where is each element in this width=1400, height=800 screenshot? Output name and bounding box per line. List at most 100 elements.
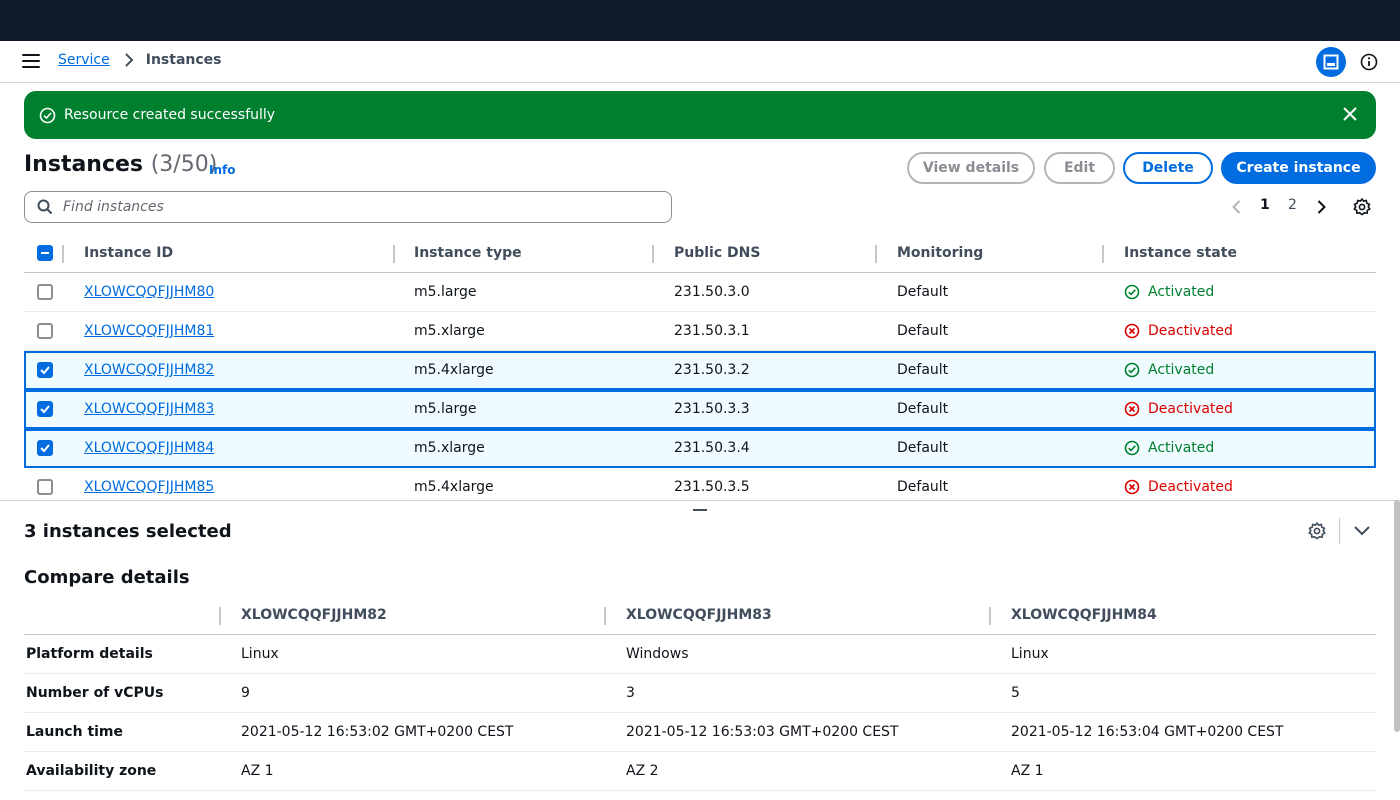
page-1-button[interactable]: 1: [1260, 197, 1270, 213]
select-all-checkbox[interactable]: [37, 245, 53, 261]
instance-id-link[interactable]: XLOWCQQFJJHM81: [84, 323, 214, 339]
instance-type-cell: m5.xlarge: [414, 323, 485, 339]
compare-row: Launch time 2021-05-12 16:53:02 GMT+0200 …: [24, 713, 1376, 752]
breadcrumb-current: Instances: [145, 52, 222, 68]
compare-value: Windows: [626, 646, 689, 662]
table-row[interactable]: XLOWCQQFJJHM81 m5.xlarge 231.50.3.1 Default…: [24, 312, 1376, 351]
compare-value: 5: [1011, 685, 1020, 701]
instance-state-label: Activated: [1148, 284, 1215, 300]
column-divider[interactable]: [652, 245, 654, 263]
column-header-monitoring[interactable]: Monitoring: [897, 245, 983, 261]
table-row[interactable]: XLOWCQQFJJHM83 m5.large 231.50.3.3 Default D…: [24, 390, 1376, 429]
chevron-down-icon[interactable]: [1353, 523, 1371, 539]
instance-type-cell: m5.xlarge: [414, 440, 485, 456]
public-dns-cell: 231.50.3.5: [674, 479, 750, 495]
row-checkbox[interactable]: [37, 440, 53, 456]
instance-id-link[interactable]: XLOWCQQFJJHM82: [84, 362, 214, 378]
x-circle-icon: [1124, 323, 1140, 339]
compare-value: Linux: [241, 646, 279, 662]
check-circle-icon: [1124, 284, 1140, 300]
chevron-right-icon[interactable]: [1313, 199, 1329, 215]
row-checkbox[interactable]: [37, 323, 53, 339]
table-header-row: Instances (3/50) Info View details Edit …: [24, 150, 1376, 186]
page-title-text: Instances: [24, 152, 144, 177]
column-divider[interactable]: [1102, 245, 1104, 263]
instance-state-label: Activated: [1148, 362, 1215, 378]
gear-icon[interactable]: [1307, 521, 1327, 541]
compare-value: AZ 1: [241, 763, 274, 779]
edit-button[interactable]: Edit: [1044, 152, 1115, 184]
info-circle-icon[interactable]: [1359, 52, 1379, 72]
table-row[interactable]: XLOWCQQFJJHM82 m5.4xlarge 231.50.3.2 Defaul…: [24, 351, 1376, 390]
page-2-button[interactable]: 2: [1288, 197, 1297, 213]
instance-id-link[interactable]: XLOWCQQFJJHM85: [84, 479, 214, 495]
selection-counter: (3/50): [150, 152, 218, 177]
instance-type-cell: m5.large: [414, 401, 477, 417]
instance-state-cell: Deactivated: [1124, 323, 1233, 339]
check-circle-icon: [39, 107, 56, 123]
page-title: Instances (3/50): [24, 152, 217, 177]
compare-column-header: XLOWCQQFJJHM82: [241, 607, 387, 623]
monitoring-cell: Default: [897, 284, 949, 300]
flash-message: Resource created successfully: [64, 107, 276, 123]
compare-row-label: Availability zone: [26, 763, 157, 779]
breadcrumb-bar: Service Instances: [0, 41, 1400, 83]
top-navigation-bar: [0, 0, 1400, 41]
public-dns-cell: 231.50.3.4: [674, 440, 750, 456]
row-checkbox[interactable]: [37, 401, 53, 417]
menu-icon[interactable]: [22, 54, 40, 70]
monitoring-cell: Default: [897, 401, 949, 417]
monitoring-cell: Default: [897, 479, 949, 495]
instance-type-cell: m5.large: [414, 284, 477, 300]
instance-id-link[interactable]: XLOWCQQFJJHM80: [84, 284, 214, 300]
table-row[interactable]: XLOWCQQFJJHM80 m5.large 231.50.3.0 Default A…: [24, 273, 1376, 312]
x-circle-icon: [1124, 401, 1140, 417]
column-divider: [62, 245, 64, 263]
search-field: [24, 191, 672, 223]
create-instance-button[interactable]: Create instance: [1221, 152, 1376, 184]
row-checkbox[interactable]: [37, 284, 53, 300]
compare-row: Number of vCPUs 9 3 5: [24, 674, 1376, 713]
monitoring-cell: Default: [897, 323, 949, 339]
compare-table-header: XLOWCQQFJJHM82 XLOWCQQFJJHM83 XLOWCQQFJJ…: [24, 596, 1376, 635]
info-link[interactable]: Info: [209, 163, 235, 177]
compare-value: Linux: [1011, 646, 1049, 662]
delete-button[interactable]: Delete: [1123, 152, 1213, 184]
success-flashbar: Resource created successfully: [24, 91, 1376, 139]
instance-id-link[interactable]: XLOWCQQFJJHM83: [84, 401, 214, 417]
column-header-instance-type[interactable]: Instance type: [414, 245, 522, 261]
column-header-public-dns[interactable]: Public DNS: [674, 245, 760, 261]
column-divider[interactable]: [875, 245, 877, 263]
close-icon[interactable]: [1342, 106, 1358, 122]
table-row[interactable]: XLOWCQQFJJHM84 m5.xlarge 231.50.3.4 Default…: [24, 429, 1376, 468]
instance-state-cell: Activated: [1124, 362, 1214, 378]
check-circle-icon: [1124, 362, 1140, 378]
compare-value: 9: [241, 685, 250, 701]
chevron-right-icon: [125, 53, 134, 67]
split-panel-resize-handle[interactable]: [693, 509, 707, 511]
instance-state-label: Activated: [1148, 440, 1215, 456]
instance-id-link[interactable]: XLOWCQQFJJHM84: [84, 440, 214, 456]
column-divider[interactable]: [393, 245, 395, 263]
public-dns-cell: 231.50.3.1: [674, 323, 750, 339]
check-circle-icon: [1124, 440, 1140, 456]
column-header-instance-state[interactable]: Instance state: [1124, 245, 1237, 261]
column-divider: [989, 607, 991, 625]
split-panel-icon[interactable]: [1316, 47, 1346, 77]
split-panel-scrollbar[interactable]: [1394, 500, 1400, 732]
column-header-instance-id[interactable]: Instance ID: [84, 245, 173, 261]
chevron-left-icon[interactable]: [1229, 199, 1245, 215]
table-column-headers: Instance ID Instance type Public DNS Mon…: [24, 234, 1376, 273]
row-checkbox[interactable]: [37, 479, 53, 495]
row-checkbox[interactable]: [37, 362, 53, 378]
gear-icon[interactable]: [1352, 197, 1372, 217]
compare-column-header: XLOWCQQFJJHM83: [626, 607, 772, 623]
compare-row-label: Number of vCPUs: [26, 685, 164, 701]
view-details-button[interactable]: View details: [907, 152, 1035, 184]
breadcrumb-link-service[interactable]: Service: [58, 52, 110, 68]
breadcrumb: Service Instances: [58, 52, 222, 68]
compare-value: 2021-05-12 16:53:04 GMT+0200 CEST: [1011, 724, 1284, 740]
search-input[interactable]: [63, 199, 643, 215]
compare-value: 2021-05-12 16:53:02 GMT+0200 CEST: [241, 724, 514, 740]
compare-value: 3: [626, 685, 635, 701]
